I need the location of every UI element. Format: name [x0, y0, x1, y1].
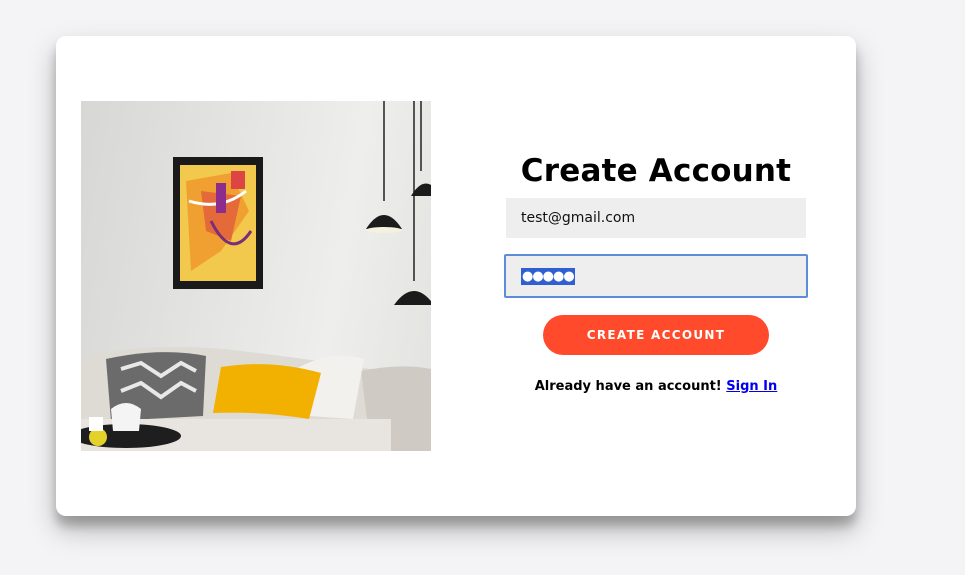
signin-row: Already have an account! Sign In — [504, 379, 808, 394]
living-room-illustration — [81, 101, 431, 451]
living-room-image — [81, 101, 431, 451]
signup-card: Create Account ●●●●● CREATE ACCOUNT Alre… — [56, 36, 856, 516]
signin-prompt: Already have an account! — [534, 379, 722, 394]
password-masked-value: ●●●●● — [521, 268, 575, 285]
signup-form: Create Account ●●●●● CREATE ACCOUNT Alre… — [504, 151, 808, 394]
password-field[interactable]: ●●●●● — [504, 254, 808, 298]
create-account-button[interactable]: CREATE ACCOUNT — [543, 315, 769, 355]
email-field[interactable] — [506, 198, 806, 238]
signin-link[interactable]: Sign In — [726, 379, 777, 394]
form-title: Create Account — [520, 153, 792, 189]
